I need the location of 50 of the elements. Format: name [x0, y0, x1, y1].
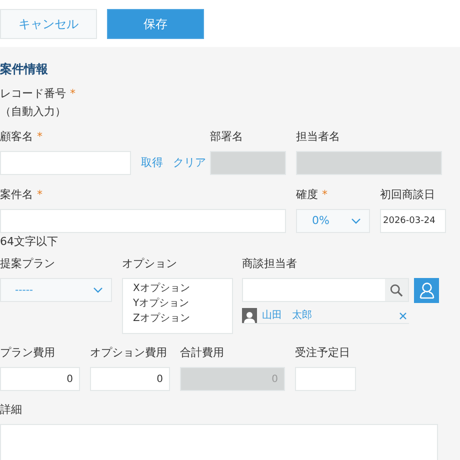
probability-select[interactable]: 0%: [296, 209, 370, 233]
link[interactable]: 取得: [141, 154, 163, 172]
plan-select[interactable]: -----: [0, 278, 112, 302]
required-asterisk: *: [37, 186, 42, 203]
order-date-input[interactable]: [295, 367, 356, 391]
close-icon: [399, 312, 407, 320]
field-label: 部署名: [210, 128, 243, 145]
person-icon: [418, 282, 434, 299]
required-asterisk: *: [322, 186, 328, 203]
user-search-field[interactable]: [242, 278, 409, 302]
required-asterisk: *: [70, 86, 76, 102]
field-label: 受注予定日: [295, 344, 350, 361]
link[interactable]: クリア: [173, 154, 206, 172]
field-label: オプション: [122, 256, 177, 272]
option-item[interactable]: Zオプション: [133, 311, 232, 326]
field-label: 確度: [296, 186, 318, 203]
date-input[interactable]: 2026-03-24: [380, 209, 446, 233]
field-label: オプション費用: [90, 344, 167, 361]
required-asterisk: *: [37, 128, 42, 145]
field-label: 初回商談日: [380, 186, 435, 203]
cost-input[interactable]: 0: [90, 367, 170, 391]
field-label: 案件名: [0, 186, 33, 203]
field-label: レコード番号: [0, 86, 66, 102]
section-title: 案件情報: [0, 61, 49, 78]
field-label: 合計費用: [180, 344, 224, 361]
chevron-down-icon: [351, 218, 361, 224]
record-number-value: （自動入力）: [0, 104, 67, 120]
user-name-link[interactable]: 山田 太郎: [262, 308, 399, 323]
deal-name-input[interactable]: [0, 209, 286, 233]
user-select-button[interactable]: [414, 278, 439, 303]
customer-input[interactable]: [0, 151, 131, 175]
field-label: 提案プラン: [0, 256, 55, 272]
cost-input[interactable]: 0: [0, 367, 80, 391]
chevron-down-icon: [93, 287, 103, 293]
option-item[interactable]: Xオプション: [133, 281, 232, 296]
field-label: 商談担当者: [242, 256, 297, 272]
option-item[interactable]: Yオプション: [133, 296, 232, 311]
avatar-icon: [242, 308, 257, 323]
field-hint: 64文字以下: [0, 234, 59, 250]
field-label: 顧客名: [0, 128, 33, 145]
field-label: 詳細: [0, 402, 22, 418]
details-textarea[interactable]: [0, 424, 438, 460]
options-list[interactable]: Xオプション Yオプション Zオプション: [122, 278, 233, 334]
cancel-button[interactable]: キャンセル: [0, 8, 97, 38]
field-label: プラン費用: [0, 344, 55, 361]
search-button[interactable]: [385, 279, 408, 301]
search-icon: [390, 284, 403, 296]
close-button[interactable]: [399, 312, 407, 320]
field-label: 担当者名: [296, 128, 340, 145]
save-button[interactable]: 保存: [107, 8, 204, 38]
